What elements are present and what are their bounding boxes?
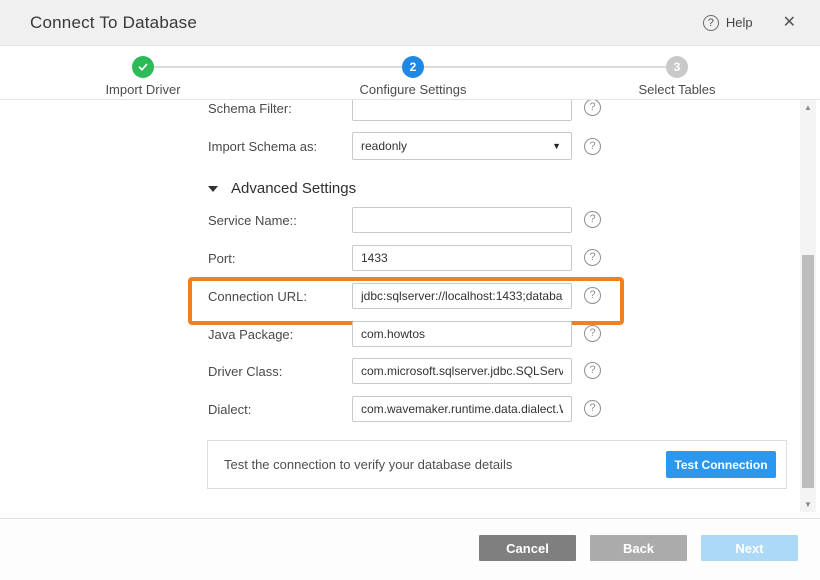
- port-help-icon[interactable]: ?: [584, 249, 601, 266]
- test-connection-panel: Test the connection to verify your datab…: [207, 440, 787, 489]
- service-name-label: Service Name::: [208, 213, 297, 228]
- import-schema-as-help-icon[interactable]: ?: [584, 138, 601, 155]
- step-connector: [154, 66, 402, 68]
- dialect-label: Dialect:: [208, 402, 251, 417]
- step-configure-settings-circle[interactable]: 2: [402, 56, 424, 78]
- vertical-scrollbar[interactable]: ▲ ▼: [800, 100, 816, 512]
- connection-url-help-icon[interactable]: ?: [584, 287, 601, 304]
- dialect-input[interactable]: [352, 396, 572, 422]
- help-label: Help: [726, 15, 753, 30]
- port-label: Port:: [208, 251, 235, 266]
- back-button[interactable]: Back: [590, 535, 687, 561]
- check-icon: [137, 61, 149, 73]
- dialect-help-icon[interactable]: ?: [584, 400, 601, 417]
- step-configure-settings-label: Configure Settings: [333, 82, 493, 97]
- dialog-footer: Cancel Back Next: [0, 518, 820, 580]
- step-connector: [424, 66, 666, 68]
- schema-filter-help-icon[interactable]: ?: [584, 100, 601, 116]
- step-import-driver-label: Import Driver: [83, 82, 203, 97]
- connection-url-input[interactable]: [352, 283, 572, 309]
- help-button[interactable]: ? Help: [703, 15, 753, 31]
- driver-class-label: Driver Class:: [208, 364, 282, 379]
- collapse-triangle-icon: [208, 186, 218, 192]
- driver-class-input[interactable]: [352, 358, 572, 384]
- step-select-tables-circle[interactable]: 3: [666, 56, 688, 78]
- schema-filter-input[interactable]: [352, 100, 572, 121]
- java-package-label: Java Package:: [208, 327, 293, 342]
- java-package-input[interactable]: [352, 321, 572, 347]
- import-schema-as-value: readonly: [361, 139, 407, 153]
- step-select-tables-label: Select Tables: [617, 82, 737, 97]
- next-button[interactable]: Next: [701, 535, 798, 561]
- test-connection-button[interactable]: Test Connection: [666, 451, 776, 478]
- import-schema-as-select[interactable]: readonly ▼: [352, 132, 572, 160]
- test-connection-message: Test the connection to verify your datab…: [224, 457, 512, 472]
- java-package-help-icon[interactable]: ?: [584, 325, 601, 342]
- import-schema-as-label: Import Schema as:: [208, 139, 317, 154]
- scrollbar-thumb[interactable]: [802, 255, 814, 488]
- dialog-header: Connect To Database ? Help ✕: [0, 0, 820, 46]
- cancel-button[interactable]: Cancel: [479, 535, 576, 561]
- wizard-stepper: 2 3 Import Driver Configure Settings Sel…: [0, 46, 820, 100]
- chevron-down-icon: ▼: [552, 141, 561, 151]
- connection-url-label: Connection URL:: [208, 289, 307, 304]
- schema-filter-label: Schema Filter:: [208, 101, 292, 116]
- advanced-settings-toggle[interactable]: Advanced Settings: [208, 180, 356, 197]
- dialog-title: Connect To Database: [30, 13, 703, 33]
- service-name-help-icon[interactable]: ?: [584, 211, 601, 228]
- help-icon: ?: [703, 15, 719, 31]
- driver-class-help-icon[interactable]: ?: [584, 362, 601, 379]
- close-icon[interactable]: ✕: [783, 15, 796, 31]
- port-input[interactable]: [352, 245, 572, 271]
- advanced-settings-label: Advanced Settings: [231, 180, 356, 197]
- scroll-down-icon[interactable]: ▼: [800, 500, 816, 509]
- scroll-up-icon[interactable]: ▲: [800, 103, 816, 112]
- settings-form-panel: Schema Filter: ? Import Schema as: reado…: [0, 100, 820, 518]
- service-name-input[interactable]: [352, 207, 572, 233]
- step-import-driver-circle[interactable]: [132, 56, 154, 78]
